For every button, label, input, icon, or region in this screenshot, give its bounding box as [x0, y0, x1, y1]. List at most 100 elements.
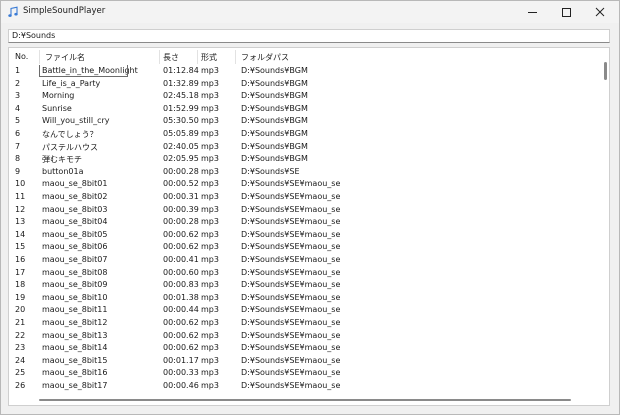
column-header-folder-path[interactable]: フォルダパス — [241, 52, 289, 64]
table-row[interactable]: 23 maou_se_8bit14 00:00.62 mp3 D:¥Sounds¥SE¥… — [9, 342, 599, 355]
column-header-no[interactable]: No. — [15, 52, 28, 64]
cell-file-name: maou_se_8bit05 — [42, 229, 108, 239]
column-header-format[interactable]: 形式 — [201, 52, 217, 64]
cell-folder-path: D:¥Sounds¥SE¥maou_se — [241, 204, 341, 214]
cell-format: mp3 — [201, 267, 219, 277]
list-rows: 1 Battle_in_the_Moonlight 01:12.84 mp3 D:¥So… — [9, 65, 599, 395]
cell-folder-path: D:¥Sounds¥SE¥maou_se — [241, 179, 341, 189]
folder-path-field[interactable]: D:¥Sounds — [8, 29, 610, 43]
table-row[interactable]: 9 button01a 00:00.28 mp3 D:¥Sounds¥SE — [9, 166, 599, 179]
cell-file-name: maou_se_8bit09 — [42, 280, 108, 290]
table-row[interactable]: 6 なんでしょう？ 05:05.89 mp3 D:¥Sounds¥BGM — [9, 128, 599, 141]
cell-no: 11 — [15, 192, 26, 201]
cell-format: mp3 — [201, 229, 219, 239]
cell-format: mp3 — [201, 129, 219, 138]
cell-length: 01:32.89 — [163, 78, 199, 88]
cell-no: 19 — [15, 292, 26, 302]
table-row[interactable]: 24 maou_se_8bit15 00:01.17 mp3 D:¥Sounds¥SE¥… — [9, 355, 599, 368]
cell-file-name: Life_is_a_Party — [42, 78, 101, 88]
cell-format: mp3 — [201, 217, 219, 227]
cell-length: 00:00.44 — [163, 305, 199, 315]
table-row[interactable]: 26 maou_se_8bit17 00:00.46 mp3 D:¥Sounds¥SE¥… — [9, 380, 599, 393]
cell-length: 00:00.62 — [163, 343, 199, 353]
table-row[interactable]: 7 パステルハウス 02:40.05 mp3 D:¥Sounds¥BGM — [9, 141, 599, 154]
cell-file-name: maou_se_8bit01 — [42, 179, 108, 189]
horizontal-scroll-thumb[interactable] — [39, 399, 571, 401]
cell-folder-path: D:¥Sounds¥BGM — [241, 91, 308, 101]
column-divider[interactable] — [39, 50, 40, 64]
table-row[interactable]: 13 maou_se_8bit04 00:00.28 mp3 D:¥Sounds¥SE¥… — [9, 216, 599, 229]
minimize-button[interactable] — [515, 1, 549, 23]
cell-no: 4 — [15, 103, 21, 113]
table-row[interactable]: 8 弾むキモチ 02:05.95 mp3 D:¥Sounds¥BGM — [9, 153, 599, 166]
cell-format: mp3 — [201, 78, 219, 88]
cell-file-name: Will_you_still_cry — [42, 116, 110, 126]
table-row[interactable]: 3 Morning 02:45.18 mp3 D:¥Sounds¥BGM — [9, 90, 599, 103]
column-header-length[interactable]: 長さ — [163, 52, 179, 64]
maximize-icon — [561, 7, 571, 17]
column-divider[interactable] — [197, 50, 198, 64]
cell-length: 00:00.46 — [163, 381, 199, 390]
cell-format: mp3 — [201, 204, 219, 214]
cell-folder-path: D:¥Sounds¥SE¥maou_se — [241, 242, 341, 252]
table-row[interactable]: 4 Sunrise 01:52.99 mp3 D:¥Sounds¥BGM — [9, 103, 599, 116]
cell-folder-path: D:¥Sounds¥SE¥maou_se — [241, 343, 341, 353]
cell-file-name: button01a — [42, 166, 84, 176]
cell-no: 13 — [15, 217, 26, 227]
sound-file-list[interactable]: No. ファイル名 長さ 形式 フォルダパス 1 Battle_in_the_Mo… — [8, 47, 610, 406]
column-divider[interactable] — [159, 50, 160, 64]
cell-no: 5 — [15, 116, 21, 126]
cell-no: 25 — [15, 368, 26, 378]
cell-no: 8 — [15, 154, 21, 164]
table-row[interactable]: 1 Battle_in_the_Moonlight 01:12.84 mp3 D:¥So… — [9, 65, 599, 78]
vertical-scrollbar[interactable] — [601, 48, 609, 395]
music-note-icon — [7, 6, 19, 18]
cell-no: 17 — [15, 267, 26, 277]
cell-folder-path: D:¥Sounds¥SE¥maou_se — [241, 280, 341, 290]
table-row[interactable]: 11 maou_se_8bit02 00:00.31 mp3 D:¥Sounds¥SE¥… — [9, 191, 599, 204]
cell-format: mp3 — [201, 255, 219, 264]
cell-format: mp3 — [201, 381, 219, 390]
cell-format: mp3 — [201, 242, 219, 252]
table-row[interactable]: 12 maou_se_8bit03 00:00.39 mp3 D:¥Sounds¥SE¥… — [9, 204, 599, 217]
cell-file-name: maou_se_8bit02 — [42, 192, 108, 201]
column-divider[interactable] — [235, 50, 236, 64]
cell-file-name: maou_se_8bit17 — [42, 381, 108, 390]
table-row[interactable]: 14 maou_se_8bit05 00:00.62 mp3 D:¥Sounds¥SE¥… — [9, 229, 599, 242]
cell-format: mp3 — [201, 343, 219, 353]
cell-folder-path: D:¥Sounds¥BGM — [241, 129, 308, 138]
cell-format: mp3 — [201, 141, 219, 151]
cell-format: mp3 — [201, 192, 219, 201]
maximize-button[interactable] — [549, 1, 583, 23]
table-row[interactable]: 15 maou_se_8bit06 00:00.62 mp3 D:¥Sounds¥SE¥… — [9, 241, 599, 254]
table-row[interactable]: 17 maou_se_8bit08 00:00.60 mp3 D:¥Sounds¥SE¥… — [9, 267, 599, 280]
cell-file-name: maou_se_8bit13 — [42, 330, 108, 340]
table-row[interactable]: 19 maou_se_8bit10 00:01.38 mp3 D:¥Sounds¥SE¥… — [9, 292, 599, 305]
table-row[interactable]: 20 maou_se_8bit11 00:00.44 mp3 D:¥Sounds¥SE¥… — [9, 304, 599, 317]
column-header-file-name[interactable]: ファイル名 — [45, 52, 85, 64]
cell-length: 00:00.31 — [163, 192, 199, 201]
cell-format: mp3 — [201, 330, 219, 340]
table-row[interactable]: 16 maou_se_8bit07 00:00.41 mp3 D:¥Sounds¥SE¥… — [9, 254, 599, 267]
cell-no: 3 — [15, 91, 21, 101]
list-header: No. ファイル名 長さ 形式 フォルダパス — [9, 48, 599, 65]
table-row[interactable]: 21 maou_se_8bit12 00:00.62 mp3 D:¥Sounds¥SE¥… — [9, 317, 599, 330]
cell-file-name: maou_se_8bit07 — [42, 255, 108, 264]
table-row[interactable]: 10 maou_se_8bit01 00:00.52 mp3 D:¥Sounds¥SE¥… — [9, 178, 599, 191]
table-row[interactable]: 5 Will_you_still_cry 05:30.50 mp3 D:¥Sounds¥… — [9, 115, 599, 128]
table-row[interactable]: 18 maou_se_8bit09 00:00.83 mp3 D:¥Sounds¥SE¥… — [9, 279, 599, 292]
table-row[interactable]: 2 Life_is_a_Party 01:32.89 mp3 D:¥Sounds¥BGM — [9, 78, 599, 91]
horizontal-scrollbar[interactable] — [9, 395, 601, 405]
table-row[interactable]: 25 maou_se_8bit16 00:00.33 mp3 D:¥Sounds¥SE¥… — [9, 367, 599, 380]
table-row[interactable]: 22 maou_se_8bit13 00:00.62 mp3 D:¥Sounds¥SE¥… — [9, 330, 599, 343]
cell-no: 12 — [15, 204, 26, 214]
cell-no: 20 — [15, 305, 26, 315]
vertical-scroll-thumb[interactable] — [604, 62, 607, 80]
cell-file-name: maou_se_8bit12 — [42, 318, 108, 327]
cell-length: 00:01.17 — [163, 355, 199, 365]
cell-folder-path: D:¥Sounds¥BGM — [241, 154, 308, 164]
cell-file-name: maou_se_8bit15 — [42, 355, 108, 365]
title-bar[interactable]: SimpleSoundPlayer — [1, 1, 619, 23]
close-button[interactable] — [583, 1, 617, 23]
cell-format: mp3 — [201, 292, 219, 302]
